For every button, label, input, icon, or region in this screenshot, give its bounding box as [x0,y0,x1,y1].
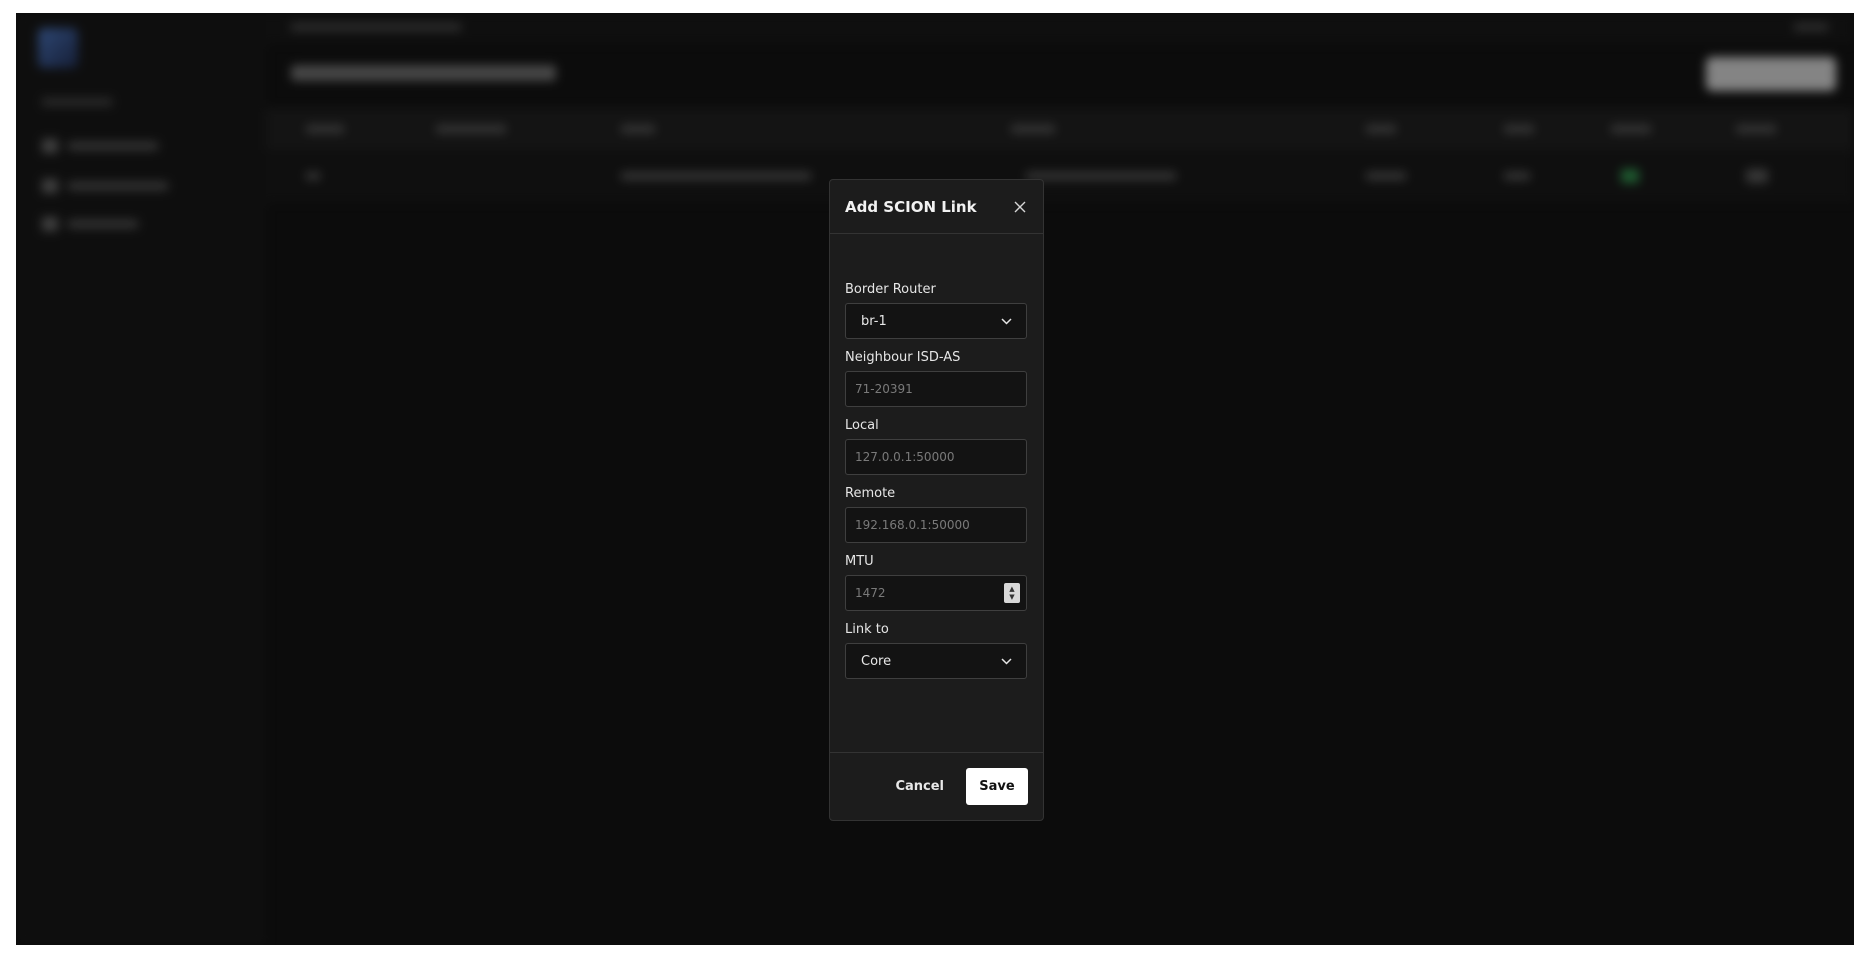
dialog-header: Add SCION Link [830,180,1043,234]
neighbour-isd-as-input[interactable] [845,371,1027,407]
local-input[interactable] [845,439,1027,475]
remote-label: Remote [845,486,896,501]
sidebar-item[interactable] [42,216,138,232]
sidebar-item-icon [42,217,58,231]
sidebar-item-icon [42,139,58,153]
link-to-label: Link to [845,622,889,637]
local-field: Local [845,418,1028,475]
mtu-field: MTU ▲ ▼ [845,554,1028,611]
border-router-label: Border Router [845,282,936,297]
mtu-label: MTU [845,554,874,569]
sidebar [16,13,266,945]
neighbour-isd-as-label: Neighbour ISD-AS [845,350,961,365]
link-to-value: Core [861,653,892,669]
local-label: Local [845,418,879,433]
remote-field: Remote [845,486,1028,543]
app-logo [38,23,238,73]
dialog-footer: Cancel Save [830,752,1043,820]
table-header [266,108,1854,150]
border-router-select[interactable]: br-1 [845,303,1027,339]
link-to-field: Link to Core [845,622,1028,679]
link-to-select[interactable]: Core [845,643,1027,679]
table-row[interactable] [266,150,1854,202]
dialog-body: Border Router br-1 Neighbour ISD-AS Loca… [830,234,1043,679]
sidebar-heading [42,98,112,106]
close-button[interactable] [1011,198,1029,216]
stepper-down-icon[interactable]: ▼ [1009,594,1014,601]
neighbour-isd-as-field: Neighbour ISD-AS [845,350,1028,407]
mtu-wrapper: ▲ ▼ [845,575,1027,611]
page-title [291,65,556,81]
border-router-value: br-1 [861,313,887,329]
remote-input[interactable] [845,507,1027,543]
add-scion-link-dialog: Add SCION Link Border Router br-1 Neighb… [829,179,1044,821]
sidebar-item[interactable] [42,178,168,194]
breadcrumb [291,23,461,31]
top-bar [266,13,1854,43]
border-router-field: Border Router br-1 [845,282,1028,339]
sidebar-item-icon [42,179,58,193]
dialog-title: Add SCION Link [845,197,977,216]
mtu-stepper[interactable]: ▲ ▼ [1004,583,1020,603]
sidebar-item[interactable] [42,138,158,154]
cancel-button[interactable]: Cancel [895,779,944,794]
stepper-up-icon[interactable]: ▲ [1009,586,1014,593]
top-right-menu[interactable] [1794,23,1828,31]
save-button[interactable]: Save [966,768,1028,805]
app-window: Add SCION Link Border Router br-1 Neighb… [16,13,1854,945]
chevron-down-icon [1001,657,1012,665]
chevron-down-icon [1001,317,1012,325]
logo-mark [38,28,78,68]
add-link-button[interactable] [1706,57,1836,91]
close-icon [1014,201,1026,212]
mtu-input[interactable] [845,575,1027,611]
